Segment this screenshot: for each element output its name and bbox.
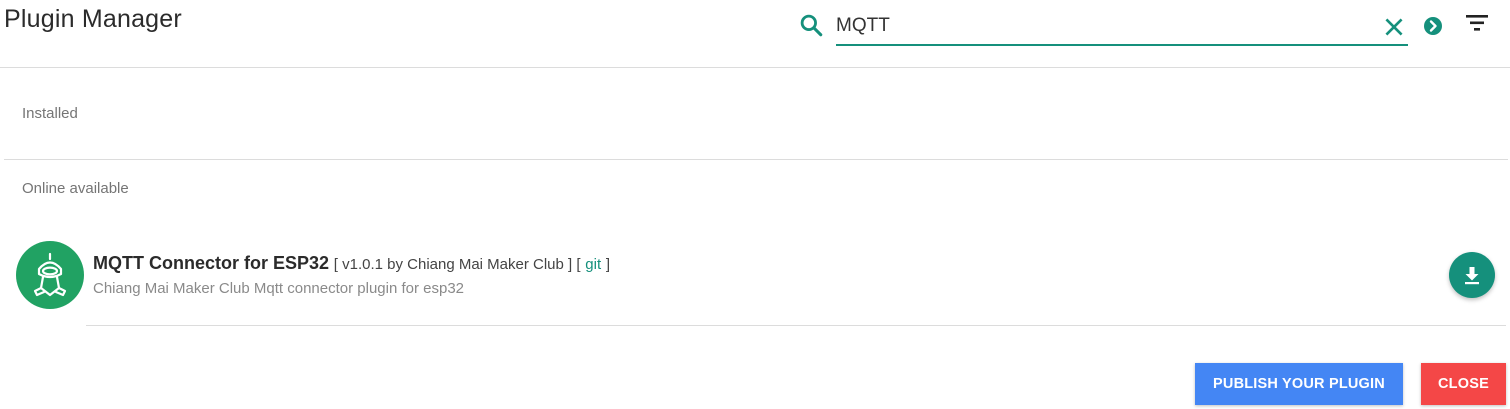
plugin-row-divider xyxy=(86,325,1506,326)
publish-plugin-button[interactable]: PUBLISH YOUR PLUGIN xyxy=(1195,363,1403,405)
plugin-logo xyxy=(16,241,84,309)
robot-logo-icon xyxy=(33,252,67,297)
page-title: Plugin Manager xyxy=(4,5,182,33)
download-icon xyxy=(1465,267,1479,285)
header-divider xyxy=(0,67,1510,68)
search-icon xyxy=(800,14,823,37)
plugin-meta-close: ] xyxy=(605,256,611,273)
git-link[interactable]: git xyxy=(585,256,601,273)
close-button[interactable]: CLOSE xyxy=(1421,363,1506,405)
plugin-description: Chiang Mai Maker Club Mqtt connector plu… xyxy=(93,280,465,297)
section-divider xyxy=(4,159,1508,160)
download-button[interactable] xyxy=(1449,252,1495,298)
plugin-name: MQTT Connector for ESP32 xyxy=(93,253,330,273)
online-section-label: Online available xyxy=(22,180,129,197)
plugin-title-line: MQTT Connector for ESP32 [ v1.0.1 by Chi… xyxy=(93,253,610,274)
go-arrow-icon[interactable] xyxy=(1423,16,1443,36)
installed-section-label: Installed xyxy=(22,105,78,122)
clear-icon[interactable] xyxy=(1381,14,1407,40)
plugin-meta: [ v1.0.1 by Chiang Mai Maker Club ] [ xyxy=(333,256,581,273)
filter-icon[interactable] xyxy=(1463,11,1491,35)
search-input[interactable] xyxy=(836,8,1408,46)
